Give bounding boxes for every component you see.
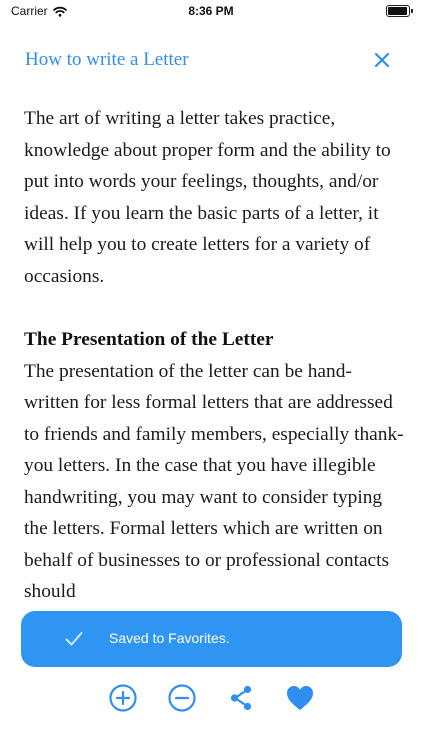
battery-icon: [386, 5, 413, 17]
share-icon: [230, 685, 252, 711]
checkmark-icon: [65, 632, 83, 646]
close-icon: [374, 52, 390, 68]
bottom-toolbar: [0, 683, 422, 717]
article-content[interactable]: The art of writing a letter takes practi…: [24, 103, 404, 613]
status-time: 8:36 PM: [188, 4, 234, 18]
section-body: The presentation of the letter can be ha…: [24, 360, 404, 603]
favorite-button[interactable]: [285, 683, 315, 713]
page-title: How to write a Letter: [25, 49, 189, 70]
close-button[interactable]: [372, 50, 392, 70]
zoom-out-button[interactable]: [167, 683, 197, 713]
zoom-out-icon: [168, 684, 196, 712]
status-bar: Carrier 8:36 PM: [0, 0, 422, 24]
section-heading: The Presentation of the Letter: [24, 329, 274, 350]
zoom-in-icon: [109, 684, 137, 712]
heart-icon: [287, 686, 313, 710]
battery-level: [388, 7, 407, 15]
article-intro: The art of writing a letter takes practi…: [24, 108, 391, 287]
zoom-in-button[interactable]: [108, 683, 138, 713]
saved-toast: Saved to Favorites.: [21, 611, 402, 667]
toast-message: Saved to Favorites.: [109, 630, 230, 646]
share-button[interactable]: [226, 683, 256, 713]
